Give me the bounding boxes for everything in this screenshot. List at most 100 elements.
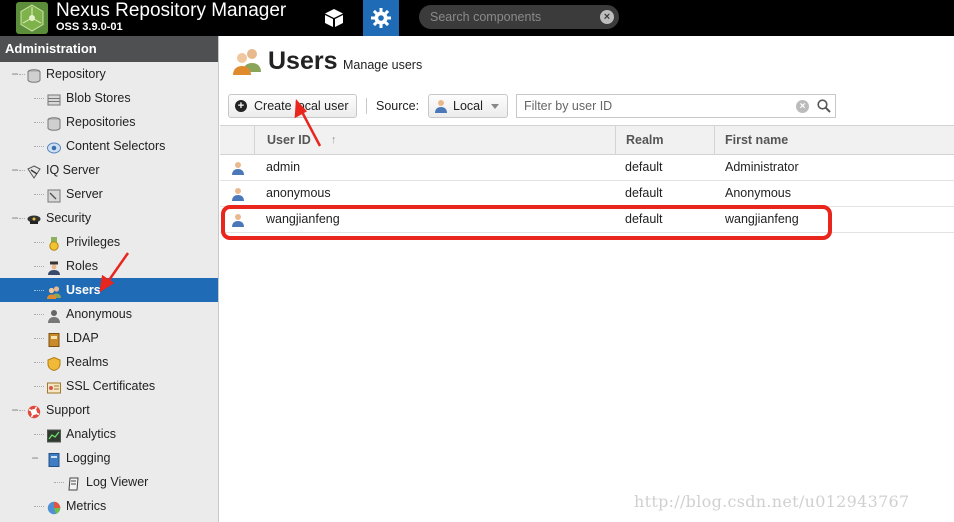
lifebuoy-icon [27, 403, 41, 419]
sidebar-item-label: Logging [66, 451, 111, 465]
sidebar-item-label: Log Viewer [86, 475, 149, 489]
create-local-user-button[interactable]: + Create local user [228, 94, 357, 118]
realm-cell: default [625, 160, 663, 174]
sidebar-item-log-viewer[interactable]: Log Viewer [0, 470, 218, 494]
annotation-highlight-box [221, 205, 832, 240]
column-header-realm[interactable]: Realm [615, 126, 715, 155]
search-icon[interactable] [817, 99, 831, 113]
sidebar-item-metrics[interactable]: Metrics [0, 494, 218, 518]
watermark: http://blog.csdn.net/u012943767 [634, 492, 910, 511]
sidebar-item-ssl-certificates[interactable]: SSL Certificates [0, 374, 218, 398]
sidebar-item-security[interactable]: − Security [0, 206, 218, 230]
sidebar-item-support[interactable]: − Support [0, 398, 218, 422]
sidebar-item-ldap[interactable]: LDAP [0, 326, 218, 350]
user-icon [435, 99, 447, 113]
app-title: Nexus Repository Manager [56, 0, 287, 21]
iq-server-icon [27, 163, 41, 179]
grid-header: User ID ↑ Realm First name [220, 125, 954, 155]
sidebar-item-label: Metrics [66, 499, 107, 513]
sidebar-item-repositories[interactable]: Repositories [0, 110, 218, 134]
sidebar-item-users[interactable]: Users [0, 278, 218, 302]
user-id-cell: anonymous [266, 186, 331, 200]
database-icon [27, 67, 41, 83]
plus-circle-icon: + [235, 100, 247, 112]
sidebar-item-label: Server [66, 187, 103, 201]
chevron-down-icon [491, 104, 499, 109]
sidebar-title: Administration [0, 36, 218, 62]
filter-placeholder: Filter by user ID [524, 99, 613, 113]
anonymous-icon [47, 307, 61, 323]
table-row[interactable]: anonymous default Anonymous [220, 181, 954, 207]
blob-store-icon [47, 91, 61, 106]
clear-filter-icon[interactable]: × [796, 100, 809, 113]
sidebar-item-roles[interactable]: Roles [0, 254, 218, 278]
sidebar-item-label: Repository [46, 67, 106, 81]
sidebar-item-label: Security [46, 211, 92, 225]
sort-ascending-icon: ↑ [331, 134, 337, 146]
page-title: Users [268, 47, 338, 75]
create-local-user-label: Create local user [254, 99, 349, 113]
sidebar-item-repository[interactable]: − Repository [0, 62, 218, 86]
user-id-cell: admin [266, 160, 301, 174]
analytics-icon [47, 427, 61, 443]
column-header-label: Realm [626, 133, 664, 147]
nexus-logo-icon[interactable] [16, 2, 48, 34]
server-icon [47, 187, 61, 203]
first-name-cell: Administrator [725, 160, 799, 174]
sidebar-item-realms[interactable]: Realms [0, 350, 218, 374]
sidebar-item-label: Roles [66, 259, 98, 273]
sidebar-item-server[interactable]: Server [0, 182, 218, 206]
book-icon [47, 451, 61, 467]
sidebar-item-label: Users [66, 283, 101, 297]
source-label: Source: [376, 99, 420, 113]
sidebar-item-label: Content Selectors [66, 139, 166, 153]
sidebar-item-blob-stores[interactable]: Blob Stores [0, 86, 218, 110]
main-panel: Users Manage users + Create local user S… [220, 36, 954, 522]
police-hat-icon [27, 211, 41, 225]
sidebar-item-label: Analytics [66, 427, 117, 441]
shield-icon [47, 355, 61, 372]
column-header-label: First name [725, 133, 789, 147]
table-row[interactable]: admin default Administrator [220, 155, 954, 181]
sidebar-item-label: Privileges [66, 235, 121, 249]
clear-search-icon[interactable]: × [600, 10, 614, 24]
sidebar-item-anonymous[interactable]: Anonymous [0, 302, 218, 326]
filter-user-id-input[interactable]: Filter by user ID × [516, 94, 836, 118]
sidebar-item-label: LDAP [66, 331, 99, 345]
sidebar-item-label: IQ Server [46, 163, 100, 177]
users-icon [232, 46, 262, 76]
certificate-icon [47, 379, 61, 394]
log-viewer-icon [67, 475, 81, 491]
sidebar-item-label: Repositories [66, 115, 136, 129]
column-header-user-id[interactable]: User ID ↑ [254, 126, 625, 155]
sidebar-item-iq-server[interactable]: − IQ Server [0, 158, 218, 182]
users-icon [47, 283, 61, 299]
content-selector-icon [47, 139, 61, 154]
column-header-label: User ID [267, 133, 311, 147]
sidebar-item-analytics[interactable]: Analytics [0, 422, 218, 446]
column-header-first-name[interactable]: First name [714, 126, 954, 155]
source-select[interactable]: Local [428, 94, 508, 118]
sidebar-item-label: Support [46, 403, 90, 417]
source-value: Local [453, 99, 483, 113]
collapse-icon[interactable]: − [30, 446, 40, 470]
realm-cell: default [625, 186, 663, 200]
address-book-icon [47, 331, 61, 347]
sidebar-item-logging[interactable]: − Logging [0, 446, 218, 470]
browse-button[interactable] [316, 0, 352, 36]
administration-button[interactable] [363, 0, 399, 36]
search-components-input[interactable]: Search components × [419, 5, 619, 29]
database-icon [47, 115, 61, 131]
user-icon [232, 187, 244, 201]
sidebar-item-label: Realms [66, 355, 109, 369]
sidebar-item-content-selectors[interactable]: Content Selectors [0, 134, 218, 158]
search-placeholder: Search components [430, 10, 542, 24]
first-name-cell: Anonymous [725, 186, 792, 200]
officer-icon [47, 259, 61, 275]
sidebar-item-privileges[interactable]: Privileges [0, 230, 218, 254]
page-subtitle: Manage users [343, 58, 423, 72]
sidebar-item-label: Anonymous [66, 307, 133, 321]
toolbar-separator [366, 98, 367, 114]
top-bar: Nexus Repository Manager OSS 3.9.0-01 Se… [0, 0, 954, 36]
browse-cube-icon [325, 9, 343, 27]
